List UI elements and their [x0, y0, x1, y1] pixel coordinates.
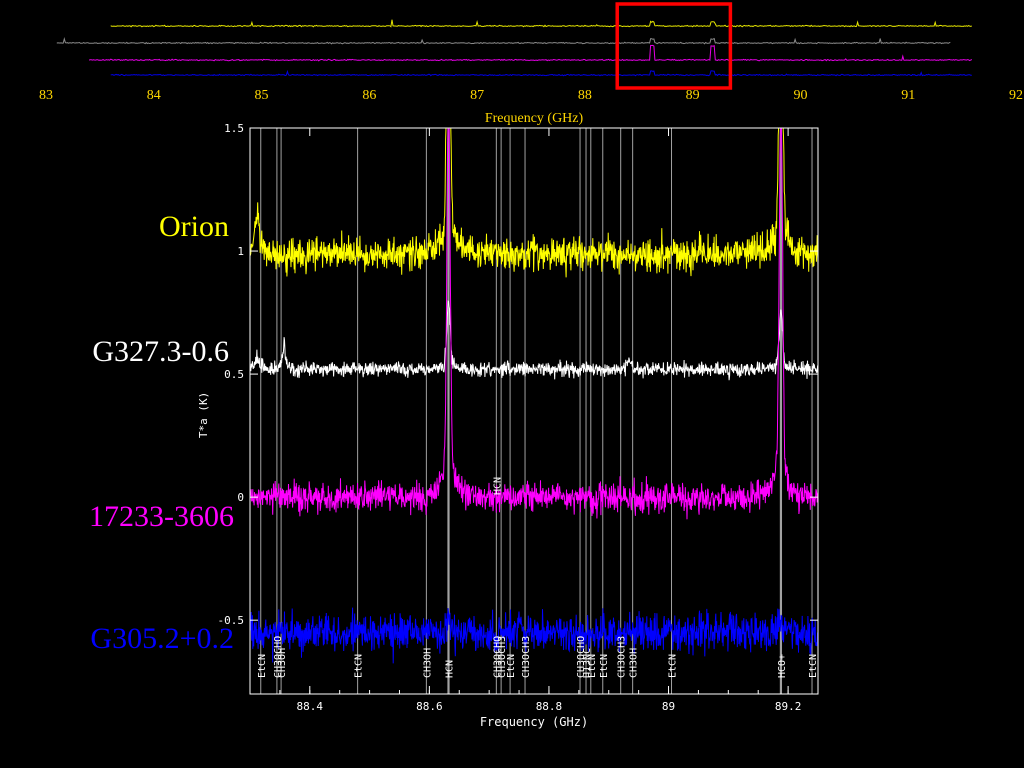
line-marker-label: HCN [445, 660, 456, 678]
spectrum-line [249, 607, 819, 664]
spectrum-line [249, 127, 819, 278]
source-label-g327: G327.3-0.6 [92, 335, 229, 368]
line-marker-label: EtCN [587, 654, 598, 678]
line-marker-label: CH3OH [422, 648, 433, 678]
y-tick-label: 1.5 [224, 122, 244, 135]
line-marker-label: EtCN [808, 654, 819, 678]
line-marker-label: CH3OH [277, 648, 288, 678]
spectral-figure: 83 84 85 86 87 88 89 90 91 92 Frequency (GHz) 88.4… [0, 0, 1024, 768]
y-tick-label: 0.5 [224, 368, 244, 381]
spectrum-line [249, 300, 819, 381]
line-marker-label: CH3OH [629, 648, 640, 678]
line-marker-label: HCO+ [777, 654, 788, 678]
inline-line-label: HCN [492, 477, 503, 495]
x-tick-label: 88.6 [416, 700, 443, 713]
x-tick-label: 89.2 [775, 700, 802, 713]
line-marker-label: EtCN [599, 654, 610, 678]
spectrum-line [249, 127, 819, 520]
line-marker-label: CH3OCH3 [521, 636, 532, 678]
source-label-g305: G305.2+0.2 [90, 622, 234, 655]
line-marker-label: EtCN [354, 654, 365, 678]
x-tick-label: 89 [662, 700, 675, 713]
x-axis-label: Frequency (GHz) [480, 715, 588, 729]
plot-frame [249, 127, 819, 695]
x-tick-label: 88.8 [536, 700, 563, 713]
line-marker-label: CH3OCH3 [617, 636, 628, 678]
line-marker-label: EtCN [668, 654, 679, 678]
source-label-17233: 17233-3606 [89, 500, 234, 533]
line-marker-label: EtCN [257, 654, 268, 678]
source-label-orion: Orion [159, 210, 229, 243]
line-marker-label: EtCN [506, 654, 517, 678]
y-axis-label: T*a (K) [197, 392, 210, 438]
y-tick-label: 1 [237, 245, 244, 258]
y-tick-label: 0 [237, 491, 244, 504]
x-tick-label: 88.4 [297, 700, 324, 713]
